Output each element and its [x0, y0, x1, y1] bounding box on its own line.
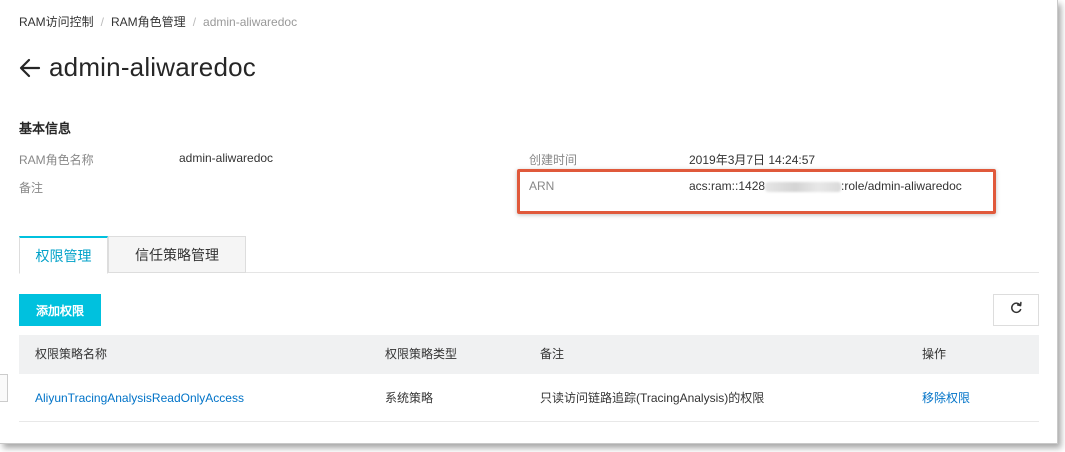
- table-header: 权限策略名称 权限策略类型 备注 操作: [19, 335, 1039, 374]
- note-label: 备注: [19, 181, 44, 195]
- created-time-value: 2019年3月7日 14:24:57: [689, 153, 816, 167]
- column-action: 操作: [922, 347, 947, 361]
- breadcrumb-separator: /: [192, 14, 197, 29]
- policy-type: 系统策略: [385, 391, 434, 405]
- breadcrumb-ram-console[interactable]: RAM访问控制: [19, 13, 94, 30]
- policy-note: 只读访问链路追踪(TracingAnalysis)的权限: [540, 391, 765, 405]
- tab-bar: 权限管理 信任策略管理: [19, 236, 1039, 274]
- column-policy-type: 权限策略类型: [385, 347, 458, 361]
- tab-permission-management[interactable]: 权限管理: [19, 236, 108, 274]
- role-name-label: RAM角色名称: [19, 153, 94, 167]
- side-panel-handle[interactable]: [0, 374, 8, 402]
- basic-info-title: 基本信息: [19, 121, 72, 136]
- page-header: admin-aliwaredoc: [19, 52, 256, 83]
- refresh-button[interactable]: [993, 294, 1039, 326]
- role-name-value: admin-aliwaredoc: [179, 151, 274, 165]
- breadcrumb-ram-roles[interactable]: RAM角色管理: [111, 13, 186, 30]
- console-window: RAM访问控制 / RAM角色管理 / admin-aliwaredoc adm…: [0, 0, 1058, 444]
- column-policy-name: 权限策略名称: [35, 347, 108, 361]
- column-note: 备注: [540, 347, 565, 361]
- add-permission-button[interactable]: 添加权限: [19, 294, 101, 326]
- page-title: admin-aliwaredoc: [49, 52, 256, 82]
- remove-permission-link[interactable]: 移除权限: [922, 374, 970, 422]
- breadcrumb-current: admin-aliwaredoc: [203, 14, 298, 29]
- refresh-icon: [1009, 301, 1023, 320]
- created-time-label: 创建时间: [529, 153, 578, 167]
- breadcrumb: RAM访问控制 / RAM角色管理 / admin-aliwaredoc: [19, 13, 297, 30]
- arn-highlight-box: [517, 169, 996, 214]
- arrow-left-icon[interactable]: [19, 57, 41, 79]
- breadcrumb-separator: /: [100, 14, 105, 29]
- policy-name-link[interactable]: AliyunTracingAnalysisReadOnlyAccess: [35, 374, 244, 422]
- tab-trust-policy-management[interactable]: 信任策略管理: [108, 236, 246, 273]
- table-row: AliyunTracingAnalysisReadOnlyAccess 系统策略…: [19, 374, 1039, 422]
